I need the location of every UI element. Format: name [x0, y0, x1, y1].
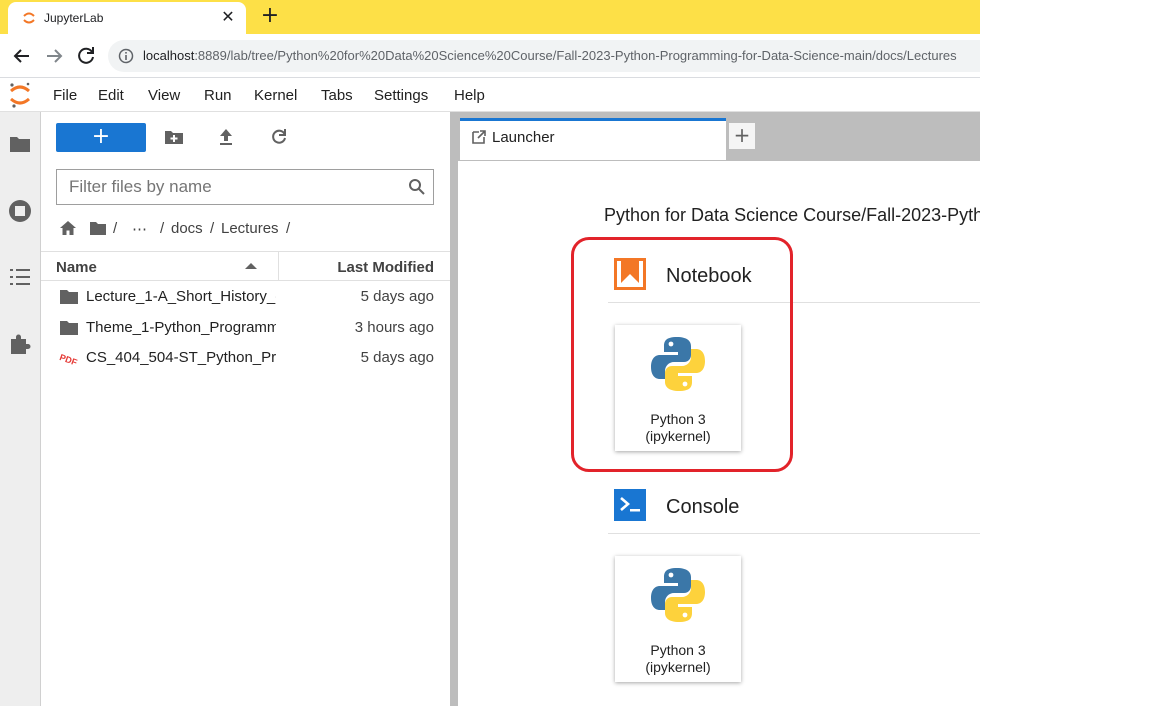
- file-browser: + / ⋯ /: [41, 112, 450, 706]
- breadcrumb: / ⋯ / docs / Lectures /: [59, 218, 439, 238]
- folder-icon: [60, 290, 78, 304]
- column-header-name[interactable]: Name: [56, 259, 97, 276]
- url-text: localhost:8889/lab/tree/Python%20for%20D…: [143, 48, 957, 63]
- refresh-icon[interactable]: [269, 127, 289, 147]
- breadcrumb-docs[interactable]: docs: [171, 220, 203, 237]
- section-title-console: Console: [666, 496, 740, 518]
- home-icon[interactable]: [59, 220, 77, 236]
- add-launcher-button[interactable]: +: [728, 122, 756, 150]
- screen: JupyterLab ✕ + localhost:8889/lab/tree/P…: [0, 0, 980, 706]
- info-icon[interactable]: [118, 48, 134, 64]
- tab-launcher[interactable]: Launcher: [460, 118, 726, 160]
- new-launcher-button[interactable]: +: [56, 123, 146, 152]
- pdf-file-icon: PDF: [59, 352, 79, 366]
- launcher-icon: [472, 130, 486, 144]
- tab-launcher-label: Launcher: [492, 129, 555, 146]
- breadcrumb-separator: /: [160, 220, 165, 237]
- file-list-item[interactable]: Theme_1-Python_Programming_Fundamentals …: [41, 313, 450, 343]
- activity-bar: [0, 112, 41, 706]
- extension-puzzle-icon[interactable]: [8, 332, 32, 356]
- column-divider[interactable]: [278, 252, 279, 281]
- card-label: Python 3 (ipykernel): [615, 642, 741, 676]
- file-name: Lecture_1-A_Short_History_of_Python: [86, 288, 276, 305]
- launcher-cwd: Python for Data Science Course/Fall-2023…: [604, 205, 980, 225]
- file-name: CS_404_504-ST_Python_Programming.pdf: [86, 349, 276, 366]
- svg-text:PDF: PDF: [59, 352, 79, 366]
- file-modified: 5 days ago: [360, 288, 434, 305]
- table-of-contents-icon[interactable]: [8, 265, 32, 289]
- menu-tabs[interactable]: Tabs: [321, 87, 353, 104]
- panel-splitter[interactable]: [450, 112, 458, 706]
- section-divider: [608, 533, 980, 534]
- file-name: Theme_1-Python_Programming_Fundamentals: [86, 319, 276, 336]
- breadcrumb-folder-icon[interactable]: [89, 220, 107, 236]
- url-host: localhost: [143, 48, 195, 63]
- breadcrumb-separator: /: [113, 220, 118, 237]
- url-field[interactable]: localhost:8889/lab/tree/Python%20for%20D…: [108, 40, 980, 72]
- jupyter-favicon-icon: [23, 12, 35, 24]
- menu-settings[interactable]: Settings: [374, 87, 428, 104]
- running-sessions-icon[interactable]: [8, 199, 32, 223]
- breadcrumb-separator: /: [286, 220, 291, 237]
- new-folder-icon[interactable]: [164, 127, 184, 147]
- breadcrumb-lectures[interactable]: Lectures: [221, 220, 279, 237]
- menu-run[interactable]: Run: [204, 87, 232, 104]
- menu-bar: File Edit View Run Kernel Tabs Settings …: [0, 78, 980, 112]
- column-header-last-modified[interactable]: Last Modified: [337, 259, 434, 276]
- menu-file[interactable]: File: [53, 87, 77, 104]
- console-python3-card[interactable]: Python 3 (ipykernel): [615, 556, 741, 682]
- forward-arrow-icon[interactable]: [41, 43, 67, 69]
- file-list-header: Name Last Modified: [41, 251, 450, 281]
- close-tab-icon[interactable]: ✕: [218, 8, 238, 28]
- dock-tab-bar: Launcher +: [458, 112, 980, 160]
- menu-edit[interactable]: Edit: [98, 87, 124, 104]
- card-label-line2: (ipykernel): [645, 659, 711, 675]
- breadcrumb-ellipsis[interactable]: ⋯: [132, 220, 147, 238]
- browser-tab-title: JupyterLab: [44, 11, 104, 25]
- console-prompt-icon: [614, 489, 646, 521]
- reload-icon[interactable]: [73, 43, 99, 69]
- breadcrumb-separator: /: [210, 220, 215, 237]
- file-modified: 5 days ago: [360, 349, 434, 366]
- folder-icon[interactable]: [8, 132, 32, 156]
- menu-view[interactable]: View: [148, 87, 180, 104]
- file-modified: 3 hours ago: [354, 319, 434, 336]
- address-bar: localhost:8889/lab/tree/Python%20for%20D…: [0, 34, 980, 78]
- menu-kernel[interactable]: Kernel: [254, 87, 297, 104]
- browser-tab-strip: JupyterLab ✕ +: [0, 0, 980, 34]
- folder-icon: [60, 321, 78, 335]
- search-icon: [409, 179, 425, 195]
- browser-tab[interactable]: JupyterLab ✕: [8, 2, 246, 34]
- python-logo-icon: [651, 568, 705, 622]
- url-path: :8889/lab/tree/Python%20for%20Data%20Sci…: [194, 48, 957, 63]
- new-tab-button[interactable]: +: [258, 5, 282, 29]
- file-list-item[interactable]: Lecture_1-A_Short_History_of_Python 5 da…: [41, 282, 450, 312]
- sort-ascending-icon: [245, 263, 257, 269]
- menu-help[interactable]: Help: [454, 87, 485, 104]
- jupyter-logo-icon: [10, 82, 30, 108]
- filter-files-input[interactable]: [57, 170, 397, 204]
- upload-icon[interactable]: [216, 127, 236, 147]
- back-arrow-icon[interactable]: [9, 43, 35, 69]
- filter-files-field: [56, 169, 434, 205]
- card-label-line1: Python 3: [650, 642, 706, 658]
- highlight-annotation: [571, 237, 793, 472]
- file-list-item[interactable]: PDF CS_404_504-ST_Python_Programming.pdf…: [41, 343, 450, 373]
